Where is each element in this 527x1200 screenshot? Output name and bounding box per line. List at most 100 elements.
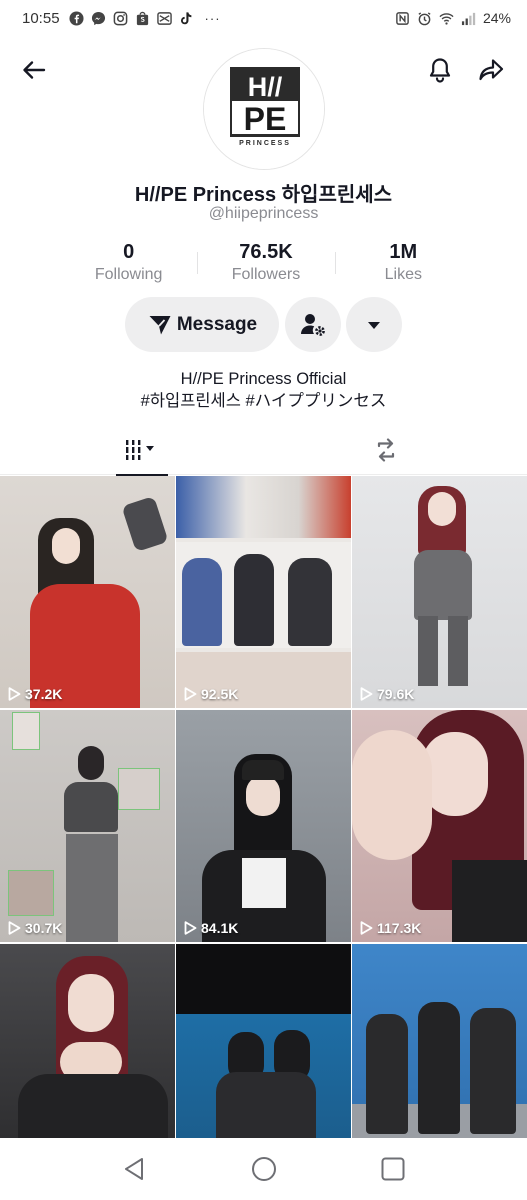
view-count-text: 117.3K: [377, 920, 422, 936]
top-shape: [64, 782, 118, 832]
content-tabs: [0, 425, 527, 476]
video-thumbnail[interactable]: [176, 944, 351, 1144]
jacket-shape: [18, 1074, 168, 1144]
view-count-text: 84.1K: [201, 920, 239, 936]
video-thumbnail[interactable]: 117.3K: [352, 710, 527, 942]
status-bar: 10:55 ··· 24%: [0, 0, 527, 36]
person-shape: [418, 1002, 460, 1134]
stat-label: Likes: [384, 266, 422, 283]
person-shape: [470, 1008, 516, 1134]
play-icon: [360, 687, 373, 701]
face-shape: [246, 776, 280, 816]
bell-icon: [429, 58, 451, 83]
view-count-text: 37.2K: [25, 686, 63, 702]
face-shape: [428, 492, 456, 526]
avatar[interactable]: H// PE PRINCESS: [203, 48, 325, 170]
inset-frame: [118, 768, 160, 810]
video-thumbnail[interactable]: 84.1K: [176, 710, 351, 942]
send-icon: [149, 315, 171, 334]
tiktok-icon: [179, 11, 194, 26]
nav-home-button[interactable]: [242, 1147, 286, 1191]
tab-videos[interactable]: [116, 425, 168, 476]
back-button[interactable]: [12, 48, 56, 92]
video-thumbnail[interactable]: 37.2K: [0, 476, 175, 708]
profile-stats: 0 Following 76.5K Followers 1M Likes: [60, 240, 472, 288]
play-icon: [8, 921, 21, 935]
nfc-icon: [395, 11, 410, 26]
video-grid: 37.2K 92.5K 79.6K 30.7K 84.1K 117.3K: [0, 476, 527, 1144]
message-label: Message: [176, 313, 258, 335]
pants-shape: [66, 834, 118, 942]
notification-button[interactable]: [418, 48, 462, 92]
facebook-icon: [69, 10, 84, 26]
battery-percent: 24%: [482, 10, 511, 26]
logo-text-top: H//: [248, 72, 283, 102]
bio-hashtags[interactable]: #하입프린세스 #ハイププリンセス: [0, 390, 527, 412]
caret-down-icon: [368, 321, 380, 329]
play-icon: [184, 921, 197, 935]
stat-likes[interactable]: 1M Likes: [334, 240, 472, 288]
video-thumbnail[interactable]: [0, 944, 175, 1144]
face-shape: [52, 528, 80, 564]
view-count: 92.5K: [184, 686, 238, 702]
grid-bars-icon: [124, 440, 154, 460]
more-options-button[interactable]: [346, 297, 402, 352]
hand-shape: [352, 730, 432, 860]
signal-icon: [461, 11, 476, 26]
video-thumbnail[interactable]: [352, 944, 527, 1144]
person-shape: [234, 554, 274, 646]
stat-label: Following: [94, 266, 163, 283]
username-handle: @hiipeprincess: [208, 205, 319, 222]
system-nav-bar: [0, 1138, 527, 1200]
status-overflow: ···: [204, 10, 221, 26]
square-recents-icon: [381, 1157, 404, 1181]
capcut-icon: [156, 11, 172, 26]
follow-settings-button[interactable]: [285, 297, 341, 352]
stat-value: 0: [123, 241, 135, 263]
video-thumbnail[interactable]: 30.7K: [0, 710, 175, 942]
stat-value: 1M: [389, 241, 418, 263]
status-time: 10:55: [22, 9, 60, 27]
beanie-shape: [242, 760, 284, 780]
bio-line: H//PE Princess Official: [180, 370, 347, 388]
stat-following[interactable]: 0 Following: [60, 240, 197, 288]
status-left: 10:55 ···: [22, 10, 221, 27]
nav-back-button[interactable]: [113, 1147, 157, 1191]
clothing-shape: [452, 860, 527, 942]
view-count: 37.2K: [8, 686, 62, 702]
stat-label: Followers: [231, 266, 301, 283]
shopee-icon: [135, 11, 150, 26]
boot-shape: [448, 616, 468, 686]
view-count-text: 79.6K: [377, 686, 415, 702]
triangle-back-icon: [124, 1158, 143, 1180]
stat-value: 76.5K: [239, 241, 293, 263]
message-button[interactable]: Message: [125, 297, 279, 352]
messenger-icon: [91, 11, 106, 26]
status-right: 24%: [395, 10, 511, 26]
tab-reposts[interactable]: [360, 425, 412, 475]
video-thumbnail[interactable]: 79.6K: [352, 476, 527, 708]
play-icon: [8, 687, 21, 701]
play-icon: [184, 687, 197, 701]
person-shape: [288, 558, 332, 646]
logo-text-sub: PRINCESS: [239, 140, 291, 147]
circle-home-icon: [251, 1157, 276, 1181]
video-thumbnail[interactable]: 92.5K: [176, 476, 351, 708]
hype-princess-logo: H// PE PRINCESS: [204, 49, 324, 169]
bio: H//PE Princess Official #하입프린세스 #ハイププリンセ…: [0, 368, 527, 412]
inset-frame: [8, 870, 54, 916]
wifi-icon: [439, 11, 454, 26]
hair-shape: [78, 746, 104, 780]
display-name: H//PE Princess 하입프린세스: [134, 184, 393, 206]
instagram-icon: [113, 11, 128, 26]
stat-followers[interactable]: 76.5K Followers: [197, 240, 334, 288]
user-gear-icon: [301, 313, 325, 336]
view-count: 117.3K: [360, 920, 421, 936]
share-button[interactable]: [469, 48, 513, 92]
boot-shape: [418, 616, 438, 686]
share-arrow-icon: [479, 59, 504, 81]
repost-icon: [377, 438, 395, 462]
person-shape: [366, 1014, 408, 1134]
nav-recents-button[interactable]: [371, 1147, 415, 1191]
alarm-icon: [417, 11, 432, 26]
